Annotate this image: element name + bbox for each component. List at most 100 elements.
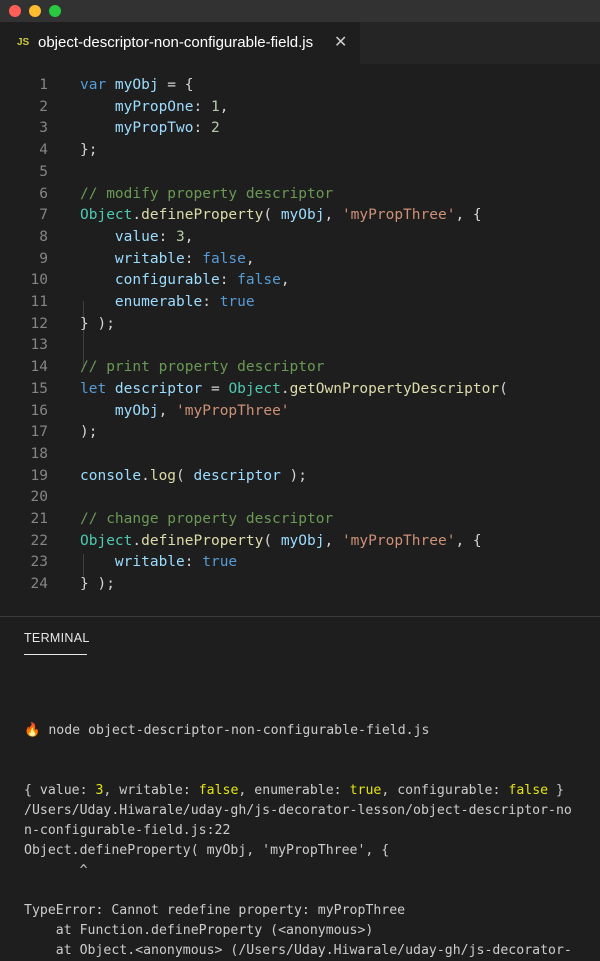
terminal-text: false [198,783,239,798]
js-file-icon: JS [17,37,30,48]
code-token: Object [228,380,281,397]
line-number: 5 [39,163,48,180]
code-token: , [280,272,290,289]
code-token: : [202,294,220,310]
line-code: Object.defineProperty( myObj, 'myPropThr… [80,533,482,549]
code-line[interactable]: 9 writable: false, [0,251,600,273]
line-number: 1 [39,77,48,93]
line-code: } ); [80,316,115,332]
terminal-text: false [508,783,549,798]
terminal-text: n-configurable-field.js:22 [24,823,231,838]
code-line[interactable]: 19 console.log( descriptor ); [0,468,600,490]
editor-tab[interactable]: JS object-descriptor-non-configurable-fi… [0,22,360,64]
code-line[interactable]: 14 // print property descriptor [0,359,600,381]
terminal-line: n-configurable-field.js:22 [24,821,600,841]
code-token: myObj [280,207,325,224]
line-code: myObj, 'myPropThree' [80,403,290,419]
terminal-text: { value: [24,783,96,798]
code-line[interactable]: 7 Object.defineProperty( myObj, 'myPropTh… [0,207,600,229]
tab-terminal[interactable]: TERMINAL [24,631,90,645]
code-token: getOwnPropertyDescriptor [289,380,500,397]
line-code: Object.defineProperty( myObj, 'myPropThr… [80,207,482,223]
line-number: 9 [39,250,48,267]
code-token: descriptor [193,467,281,484]
code-line[interactable]: 24 } ); [0,576,600,598]
code-line[interactable]: 10 configurable: false, [0,272,600,294]
code-token: // print property descriptor [80,359,325,376]
terminal-text: /Users/Uday.Hiwarale/uday-gh/js-decorato… [24,803,572,818]
line-number: 3 [39,120,48,137]
code-line[interactable]: 2 myPropOne: 1, [0,99,600,121]
code-line[interactable]: 21 // change property descriptor [0,511,600,533]
line-code: console.log( descriptor ); [80,468,307,484]
line-code: ); [80,424,97,440]
close-tab-icon[interactable]: ✕ [334,32,347,51]
code-token: , { [455,532,482,549]
code-token: ( [176,467,194,484]
code-token: 'myPropThree' [176,402,290,419]
code-token: ); [80,424,98,441]
code-line[interactable]: 3 myPropTwo: 2 [0,120,600,142]
code-line[interactable]: 18 [0,446,600,468]
code-token: writable [114,250,185,267]
terminal-line: at Function.defineProperty (<anonymous>) [24,921,600,941]
code-line[interactable]: 12} ); [0,316,600,338]
code-token: , [324,532,342,549]
terminal-text: at Function.defineProperty (<anonymous>) [24,923,374,938]
code-token: : [184,250,203,267]
line-number: 10 [30,272,48,289]
line-number: 2 [39,98,48,115]
code-line[interactable]: 8 value: 3, [0,229,600,251]
code-line[interactable]: 13 [0,337,600,359]
code-token: . [280,380,290,397]
code-token: } ); [80,576,115,593]
line-number: 18 [30,445,48,462]
code-line[interactable]: 4}; [0,142,600,164]
code-line[interactable]: 5 [0,164,600,186]
maximize-window-button[interactable] [49,5,61,17]
code-token: 1 [210,98,220,115]
code-token: , [184,228,194,245]
minimize-window-button[interactable] [29,5,41,17]
code-line[interactable]: 1 var myObj = { [0,77,600,99]
code-token: true [219,294,255,310]
code-token: = { [158,77,194,93]
close-window-button[interactable] [9,5,21,17]
terminal-text: Object.defineProperty( myObj, 'myPropThr… [24,843,390,858]
code-token: myObj [114,402,159,419]
terminal-text: TypeError: Cannot redefine property: myP… [24,903,406,918]
code-line[interactable]: 23 writable: true [0,554,600,576]
terminal-text: , writable: [103,783,199,798]
bottom-panel: TERMINAL 🔥 node object-descriptor-non-co… [0,616,600,958]
code-line[interactable]: 22 Object.defineProperty( myObj, 'myPropT… [0,533,600,555]
code-line[interactable]: 17); [0,424,600,446]
terminal-text: ^ [24,863,88,878]
line-code: enumerable: true [80,294,255,310]
code-line[interactable]: 11 enumerable: true [0,294,600,316]
code-token: defineProperty [141,207,264,224]
line-code: myPropOne: 1, [80,98,229,115]
code-token: myObj [280,532,325,549]
line-number: 20 [30,489,48,506]
code-token: , { [455,207,482,224]
terminal-text: , configurable: [381,783,509,798]
terminal-line: TypeError: Cannot redefine property: myP… [24,901,600,921]
code-line[interactable]: 20 [0,489,600,511]
line-number: 23 [30,554,48,571]
code-line[interactable]: 6 // modify property descriptor [0,186,600,208]
code-token: : [219,272,238,289]
code-token: 'myPropThree' [341,532,456,549]
code-line[interactable]: 15 let descriptor = Object.getOwnProperty… [0,381,600,403]
line-number: 17 [30,424,48,441]
code-line[interactable]: 16 myObj, 'myPropThree' [0,403,600,425]
code-token: myPropTwo [114,120,194,137]
code-editor[interactable]: 1 var myObj = {2 myPropOne: 1, 3 myPropTwo… [0,64,600,616]
line-code: }; [80,142,97,158]
terminal-output[interactable]: 🔥 node object-descriptor-non-configurabl… [24,681,600,961]
line-number: 24 [30,576,48,593]
